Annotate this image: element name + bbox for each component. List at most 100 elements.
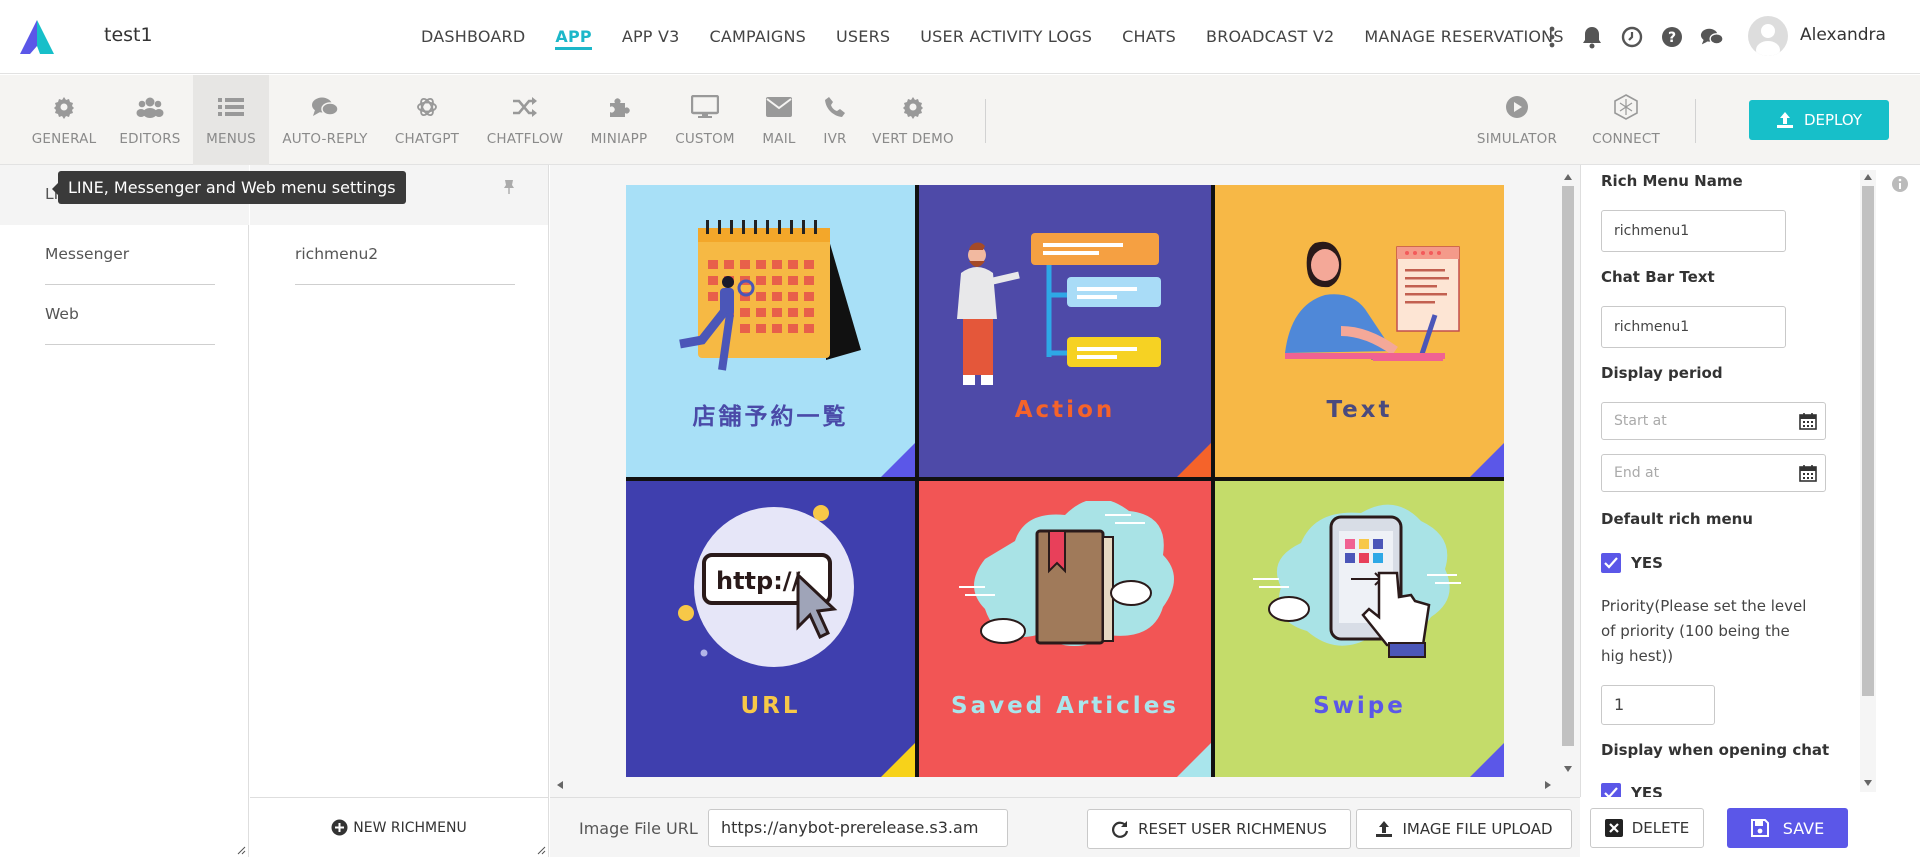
tool-editors[interactable]: EDITORS xyxy=(115,75,185,165)
image-url-label: Image File URL xyxy=(579,819,698,838)
end-date-input[interactable]: End at xyxy=(1601,454,1826,492)
calendar-illustration xyxy=(679,220,861,371)
tool-miniapp[interactable]: MINIAPP xyxy=(586,75,652,165)
tile-corner-marker xyxy=(1177,743,1211,777)
menus-tooltip: LINE, Messenger and Web menu settings xyxy=(52,171,406,204)
image-file-upload-button[interactable]: IMAGE FILE UPLOAD xyxy=(1356,809,1572,849)
tile-caption: Swipe xyxy=(1313,693,1406,719)
tool-general[interactable]: GENERAL xyxy=(25,75,103,165)
chatbar-text-input[interactable]: richmenu1 xyxy=(1601,306,1786,348)
nav-user-activity-logs[interactable]: USER ACTIVITY LOGS xyxy=(920,0,1092,74)
tile-caption: Action xyxy=(1014,397,1116,423)
more-vertical-icon[interactable] xyxy=(1540,25,1564,49)
phone-swipe-illustration xyxy=(1253,504,1461,658)
tool-auto-reply[interactable]: AUTO-REPLY xyxy=(278,75,372,165)
toolbar-divider xyxy=(985,99,986,143)
richmenu-tile-saved-articles[interactable]: Saved Articles xyxy=(919,481,1211,777)
nav-users[interactable]: USERS xyxy=(836,0,890,74)
divider xyxy=(295,284,515,285)
richmenu-tile-reservations[interactable]: 店舗予約一覧 xyxy=(626,185,915,477)
help-icon[interactable]: ? xyxy=(1660,25,1684,49)
nav-campaigns[interactable]: CAMPAIGNS xyxy=(709,0,806,74)
resize-grip-icon[interactable] xyxy=(536,845,546,855)
tile-corner-marker xyxy=(1470,443,1504,477)
floppy-disk-icon xyxy=(1750,819,1769,837)
top-icon-group: ? xyxy=(1540,18,1740,56)
new-richmenu-button[interactable]: NEW RICHMENU xyxy=(250,797,548,857)
reset-user-richmenus-button[interactable]: RESET USER RICHMENUS xyxy=(1087,809,1351,849)
connect-button[interactable]: CONNECT xyxy=(1586,75,1666,165)
default-richmenu-label: Default rich menu xyxy=(1601,510,1753,528)
preview-vertical-scrollbar[interactable] xyxy=(1560,170,1576,776)
monitor-icon xyxy=(691,93,719,121)
close-box-icon xyxy=(1604,819,1623,837)
tool-chatflow[interactable]: CHATFLOW xyxy=(482,75,568,165)
tile-caption: Saved Articles xyxy=(951,693,1179,719)
upload-icon xyxy=(1376,821,1393,837)
simulator-button[interactable]: SIMULATOR xyxy=(1474,75,1560,165)
calendar-icon[interactable] xyxy=(1799,464,1817,482)
svg-text:http://: http:// xyxy=(716,567,801,595)
deploy-button[interactable]: DEPLOY xyxy=(1749,100,1889,140)
tile-caption: Text xyxy=(1326,397,1393,423)
richmenu-tile-swipe[interactable]: Swipe xyxy=(1215,481,1504,777)
richmenu-image[interactable]: 店舗予約一覧 Action Text http:// URL Saved Art… xyxy=(626,185,1504,777)
envelope-icon xyxy=(765,93,793,121)
richmenu-tile-url[interactable]: http:// URL xyxy=(626,481,915,777)
tile-corner-marker xyxy=(1470,743,1504,777)
clock-icon[interactable] xyxy=(1620,25,1644,49)
tool-custom[interactable]: CUSTOM xyxy=(670,75,740,165)
richmenu-list: richmenu1 richmenu2 NEW RICHMENU xyxy=(250,165,549,857)
richmenu-tile-action[interactable]: Action xyxy=(919,185,1211,477)
info-icon[interactable] xyxy=(1891,175,1909,193)
display-when-opening-chat-checkbox[interactable] xyxy=(1601,783,1621,797)
channel-item-web[interactable]: Web xyxy=(0,285,249,345)
display-when-opening-chat-yes-label: YES xyxy=(1631,784,1663,797)
image-url-input[interactable]: https://anybot-prerelease.s3.am xyxy=(708,809,1008,847)
chat-bubbles-icon[interactable] xyxy=(1700,25,1724,49)
gear-icon xyxy=(899,93,927,121)
nav-app[interactable]: APP xyxy=(555,0,593,74)
richmenu-name-input[interactable]: richmenu1 xyxy=(1601,210,1786,252)
openai-icon xyxy=(413,93,441,121)
chatbar-text-label: Chat Bar Text xyxy=(1601,268,1715,286)
tool-menus[interactable]: MENUS xyxy=(193,75,269,165)
nav-chats[interactable]: CHATS xyxy=(1122,0,1176,74)
tool-ivr[interactable]: IVR xyxy=(818,75,852,165)
start-date-input[interactable]: Start at xyxy=(1601,402,1826,440)
pin-icon[interactable] xyxy=(502,179,516,195)
avatar[interactable] xyxy=(1748,16,1788,56)
richmenu-item[interactable]: richmenu2 xyxy=(250,225,548,285)
browser-cursor-illustration: http:// xyxy=(678,505,854,667)
shuffle-icon xyxy=(511,93,539,121)
resize-grip-icon[interactable] xyxy=(236,845,246,855)
save-button[interactable]: SAVE xyxy=(1727,808,1848,848)
richmenu-tile-text[interactable]: Text xyxy=(1215,185,1504,477)
play-circle-icon xyxy=(1503,93,1531,121)
nav-manage-reservations[interactable]: MANAGE RESERVATIONS xyxy=(1364,0,1563,74)
bell-icon[interactable] xyxy=(1580,25,1604,49)
tool-chatgpt[interactable]: CHATGPT xyxy=(388,75,466,165)
nav-dashboard[interactable]: DASHBOARD xyxy=(421,0,525,74)
tile-corner-marker xyxy=(881,443,915,477)
main-nav: DASHBOARD APP APP V3 CAMPAIGNS USERS USE… xyxy=(421,0,1594,74)
default-richmenu-checkbox[interactable] xyxy=(1601,553,1621,573)
app-name: test1 xyxy=(104,24,153,46)
tool-mail[interactable]: MAIL xyxy=(756,75,802,165)
richmenu-settings-panel: Rich Menu Name richmenu1 Chat Bar Text r… xyxy=(1580,165,1881,797)
app-logo[interactable] xyxy=(18,18,56,56)
users-icon xyxy=(136,93,164,121)
user-name[interactable]: Alexandra xyxy=(1800,25,1886,45)
nav-app-v3[interactable]: APP V3 xyxy=(622,0,680,74)
nav-broadcast-v2[interactable]: BROADCAST V2 xyxy=(1206,0,1334,74)
flowchart-illustration xyxy=(957,233,1161,385)
priority-input[interactable]: 1 xyxy=(1601,685,1715,725)
settings-scrollbar[interactable] xyxy=(1860,170,1876,792)
svg-text:?: ? xyxy=(1668,30,1676,46)
preview-horizontal-scrollbar[interactable] xyxy=(553,777,1555,793)
tool-vert-demo[interactable]: VERT DEMO xyxy=(870,75,956,165)
channel-item-messenger[interactable]: Messenger xyxy=(0,225,249,285)
list-icon xyxy=(217,93,245,121)
calendar-icon[interactable] xyxy=(1799,412,1817,430)
delete-button[interactable]: DELETE xyxy=(1590,808,1704,848)
